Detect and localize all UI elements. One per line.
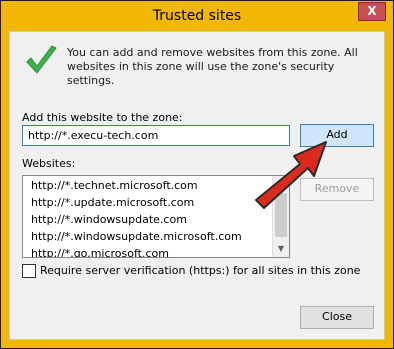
scroll-down-icon[interactable]: ▼ — [273, 241, 289, 257]
zone-info-text: You can add and remove websites from thi… — [67, 46, 358, 87]
list-item[interactable]: http://*.windowsupdate.com — [31, 212, 187, 228]
https-verification-label[interactable]: Require server verification (https:) for… — [40, 264, 360, 277]
window-close-icon[interactable]: X — [358, 2, 386, 21]
list-item[interactable]: http://*.go.microsoft.com — [31, 246, 169, 257]
title-bar: Trusted sites X — [1, 1, 393, 31]
window-title: Trusted sites — [152, 8, 242, 24]
https-verification-checkbox[interactable] — [22, 264, 36, 278]
list-item[interactable]: http://*.update.microsoft.com — [31, 195, 194, 211]
add-website-label: Add this website to the zone: — [22, 111, 183, 124]
list-item[interactable]: http://*.windowsupdate.microsoft.com — [31, 229, 242, 245]
red-arrow-annotation-icon — [255, 141, 327, 209]
trusted-sites-dialog: Trusted sites X You can add and remove w… — [0, 0, 394, 349]
list-item[interactable]: http://*.technet.microsoft.com — [31, 178, 198, 194]
checkmark-icon — [26, 45, 57, 74]
close-button[interactable]: Close — [300, 306, 374, 329]
websites-label: Websites: — [22, 157, 76, 170]
